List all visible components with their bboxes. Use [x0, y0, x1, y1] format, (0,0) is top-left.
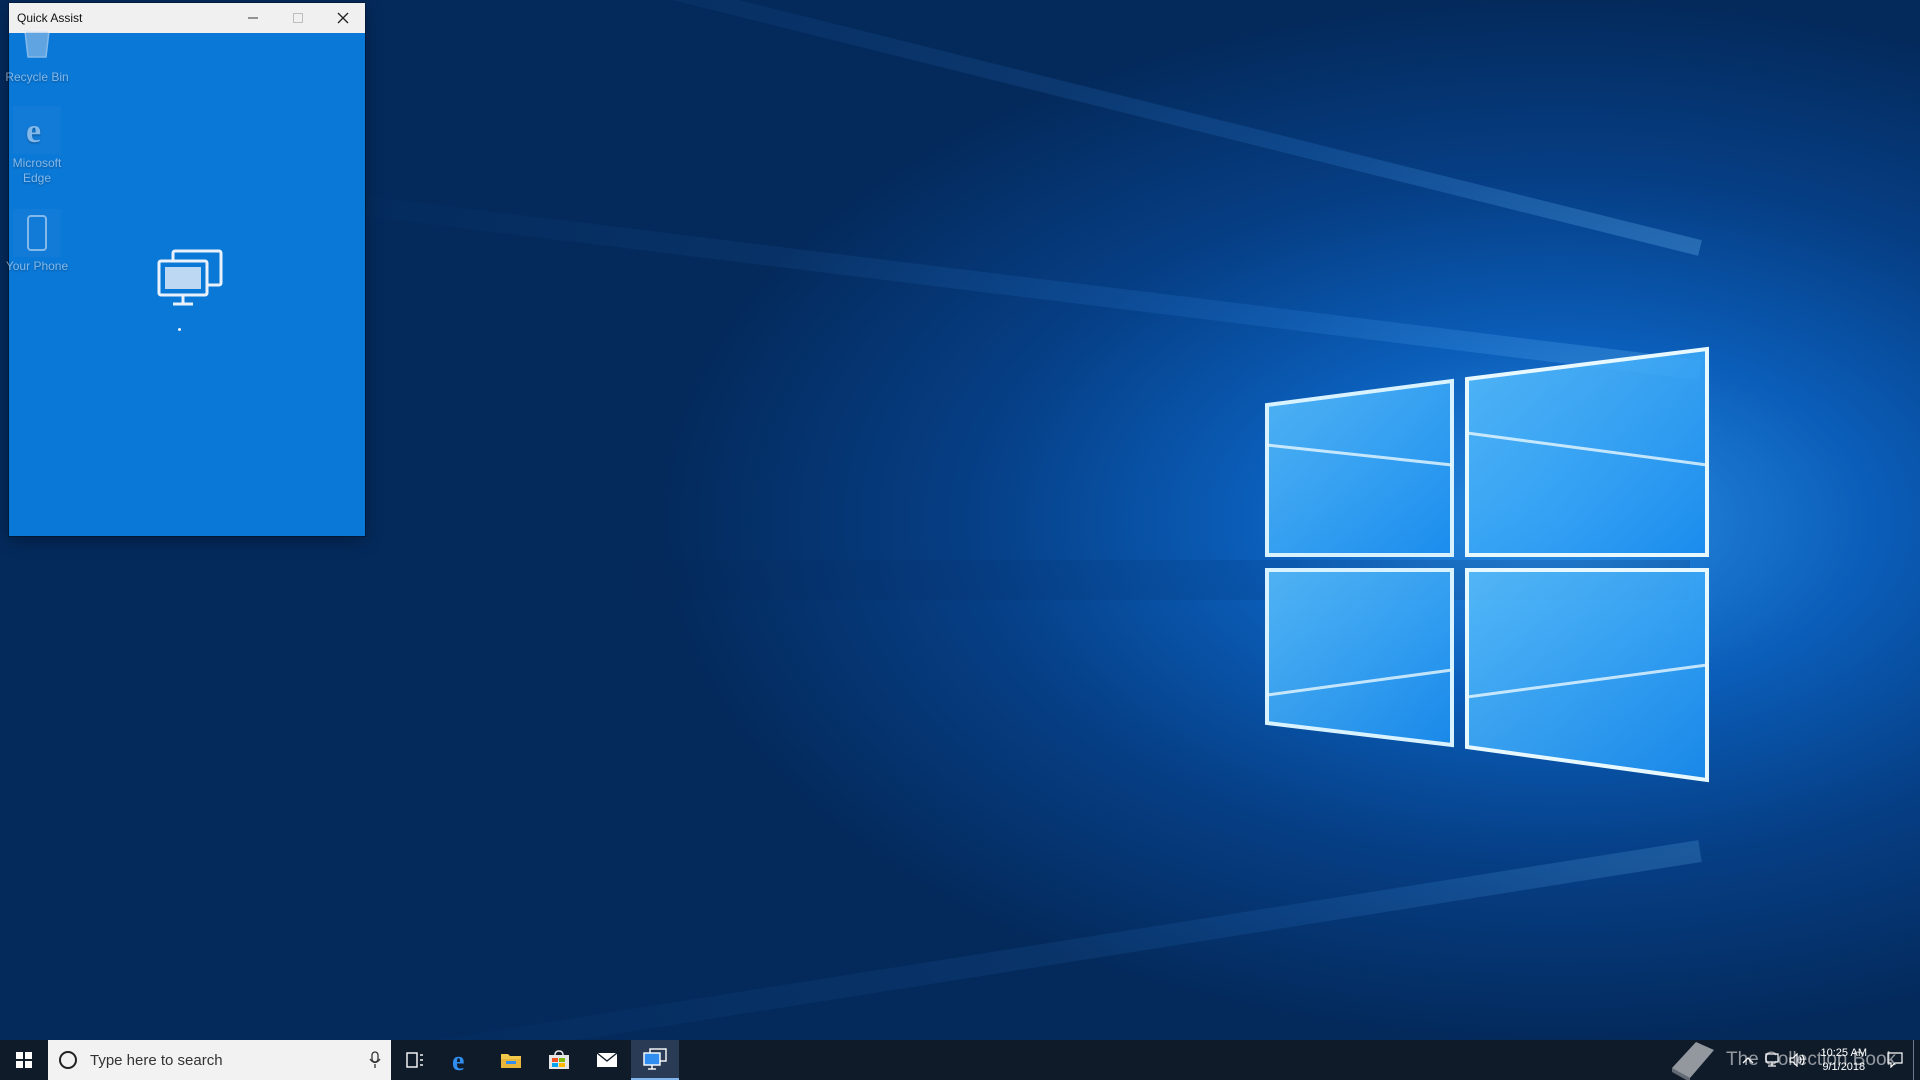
maximize-button	[275, 3, 320, 33]
desktop-icon-label: Your Phone	[5, 259, 69, 273]
taskbar-mail-button[interactable]	[583, 1040, 631, 1080]
minimize-button[interactable]	[230, 3, 275, 33]
taskbar-quick-assist-button[interactable]	[631, 1040, 679, 1080]
desktop-icon-microsoft-edge[interactable]: e Microsoft Edge	[0, 106, 74, 186]
search-placeholder: Type here to search	[90, 1051, 223, 1069]
desktop-icon-label: Microsoft Edge	[12, 156, 62, 185]
task-view-icon	[406, 1052, 423, 1068]
store-icon	[549, 1050, 569, 1069]
loading-indicator	[178, 328, 181, 331]
show-desktop-button[interactable]	[1913, 1040, 1920, 1080]
taskbar-edge-button[interactable]: e	[439, 1040, 487, 1080]
minimize-icon	[247, 17, 258, 19]
edge-icon: e	[452, 1048, 464, 1072]
start-button[interactable]	[0, 1040, 48, 1080]
close-button[interactable]	[320, 3, 365, 33]
mail-icon	[596, 1052, 618, 1067]
taskbar-file-explorer-button[interactable]	[487, 1040, 535, 1080]
taskbar: Type here to search e 10:25 AM 9/1/2018	[0, 1040, 1920, 1080]
desktop-wallpaper: Quick Assist Recycle Bin e Microsoft Edg…	[0, 0, 1920, 1080]
windows-start-icon	[16, 1052, 32, 1068]
phone-icon	[13, 209, 61, 257]
desktop-icon-label: Recycle Bin	[5, 70, 69, 84]
windows-logo-light	[1262, 345, 1712, 785]
watermark-text: The Collection Book	[1726, 1049, 1897, 1070]
recycle-bin-icon	[13, 20, 61, 68]
svg-text:e: e	[26, 113, 41, 147]
svg-text:e: e	[452, 1048, 464, 1072]
quick-assist-icon	[643, 1048, 667, 1070]
desktop-icon-your-phone[interactable]: Your Phone	[0, 209, 74, 274]
desktop-icon-recycle-bin[interactable]: Recycle Bin	[0, 20, 74, 85]
quick-assist-icon	[155, 248, 225, 308]
maximize-icon	[292, 13, 303, 23]
watermark: The Collection Book	[1668, 1040, 1896, 1080]
close-icon	[337, 12, 348, 24]
taskbar-store-button[interactable]	[535, 1040, 583, 1080]
microphone-icon[interactable]	[369, 1051, 381, 1069]
task-view-button[interactable]	[391, 1040, 439, 1080]
search-input[interactable]: Type here to search	[48, 1040, 391, 1080]
cortana-icon	[59, 1051, 77, 1069]
wallpaper-beam	[397, 0, 1702, 256]
edge-icon: e	[13, 106, 61, 154]
book-icon	[1672, 1042, 1714, 1080]
folder-icon	[501, 1054, 521, 1068]
